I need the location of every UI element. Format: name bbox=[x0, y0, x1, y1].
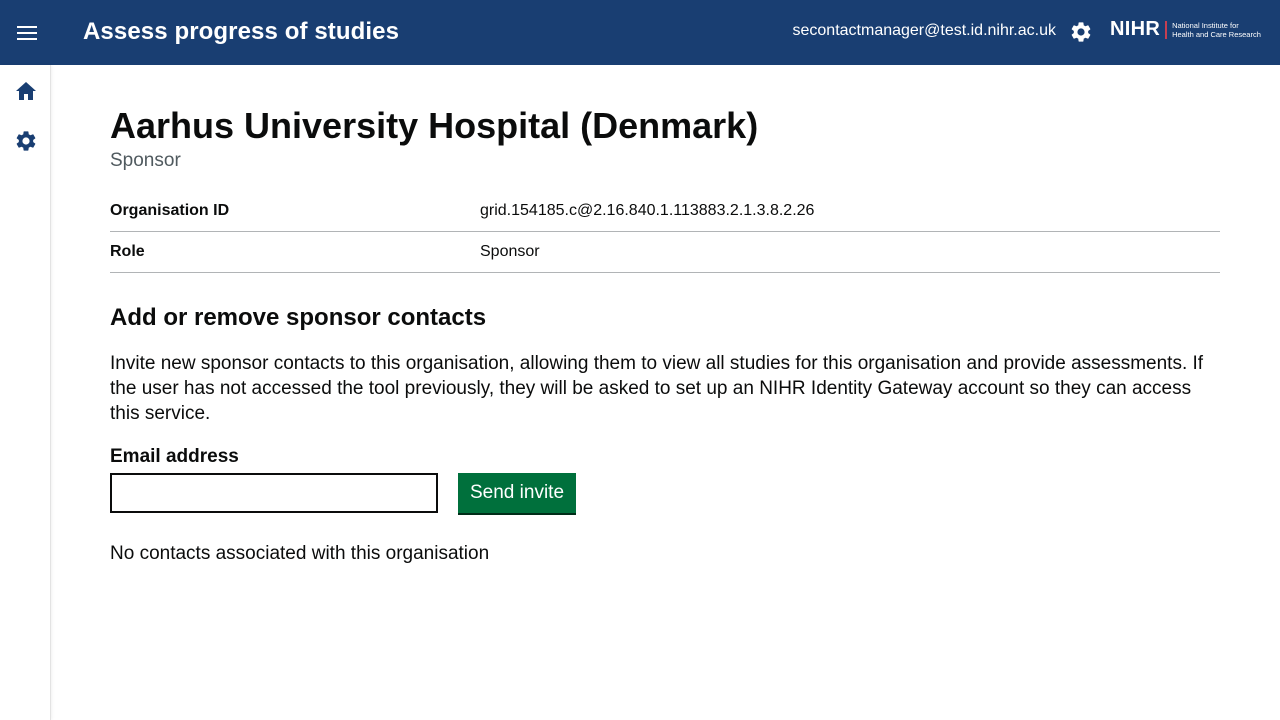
email-label: Email address bbox=[110, 446, 239, 467]
section-heading: Add or remove sponsor contacts bbox=[110, 304, 487, 331]
home-icon bbox=[16, 82, 36, 100]
sidebar bbox=[0, 65, 51, 720]
email-field[interactable] bbox=[110, 473, 438, 513]
gear-icon bbox=[1071, 22, 1091, 42]
page-title: Aarhus University Hospital (Denmark) bbox=[110, 105, 759, 146]
summary-list: Organisation ID grid.154185.c@2.16.840.1… bbox=[110, 191, 1220, 273]
send-invite-button[interactable]: Send invite bbox=[458, 473, 577, 513]
top-bar: Assess progress of studies secontactmana… bbox=[0, 0, 1280, 65]
menu-icon bbox=[17, 25, 37, 40]
summary-value: grid.154185.c@2.16.840.1.113883.2.1.3.8.… bbox=[480, 202, 815, 219]
invite-form: Send invite bbox=[110, 473, 1220, 513]
sidebar-item-settings[interactable] bbox=[13, 128, 39, 154]
menu-button[interactable] bbox=[0, 0, 54, 65]
summary-key: Organisation ID bbox=[110, 202, 230, 219]
page-caption: Sponsor bbox=[110, 150, 181, 171]
main-content: Aarhus University Hospital (Denmark) Spo… bbox=[110, 100, 1220, 565]
logo-subtitle: National Institute for Health and Care R… bbox=[1172, 20, 1261, 39]
gear-icon bbox=[16, 131, 36, 151]
summary-value: Sponsor bbox=[480, 243, 540, 260]
app-title[interactable]: Assess progress of studies bbox=[83, 18, 399, 46]
intro-text: Invite new sponsor contacts to this orga… bbox=[110, 353, 1204, 424]
logo-divider bbox=[1165, 20, 1168, 39]
no-contacts-message: No contacts associated with this organis… bbox=[110, 543, 490, 564]
user-email: secontactmanager@test.id.nihr.ac.uk bbox=[792, 22, 1057, 39]
nihr-logo[interactable]: NIHR National Institute for Health and C… bbox=[1110, 18, 1261, 41]
settings-button[interactable] bbox=[1069, 20, 1093, 44]
sidebar-item-home[interactable] bbox=[13, 78, 39, 104]
summary-key: Role bbox=[110, 243, 145, 260]
summary-row-organisation-id: Organisation ID grid.154185.c@2.16.840.1… bbox=[110, 191, 1220, 232]
summary-row-role: Role Sponsor bbox=[110, 232, 1220, 273]
logo-wordmark: NIHR bbox=[1110, 18, 1161, 40]
